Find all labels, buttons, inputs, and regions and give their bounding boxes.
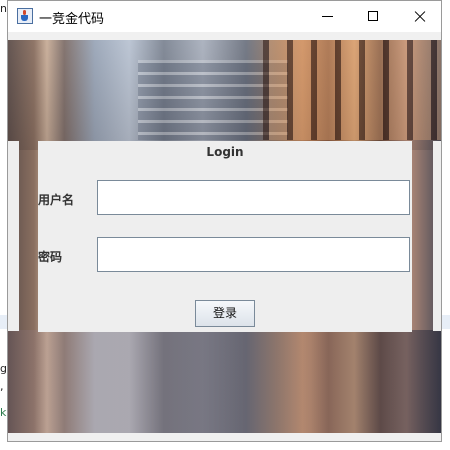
login-window: 一竞金代码 Login 用户名 密码 登录 bbox=[7, 0, 442, 442]
background-text-fragment: , bbox=[0, 380, 4, 393]
login-title: Login bbox=[206, 145, 244, 159]
close-button[interactable] bbox=[396, 1, 441, 32]
maximize-icon bbox=[368, 11, 378, 21]
minimize-icon bbox=[322, 16, 333, 17]
background-strip bbox=[442, 315, 450, 329]
title-bar[interactable]: 一竞金代码 bbox=[8, 1, 441, 32]
background-image: Login 用户名 密码 登录 bbox=[8, 40, 441, 433]
username-input[interactable] bbox=[97, 180, 410, 215]
java-cup-icon bbox=[17, 8, 33, 24]
password-label: 密码 bbox=[38, 250, 63, 264]
left-panel bbox=[8, 141, 19, 331]
right-panel bbox=[433, 141, 441, 331]
window-bottom-border bbox=[8, 433, 441, 441]
background-text-fragment: g bbox=[0, 362, 7, 375]
background-text-fragment: n bbox=[0, 2, 7, 15]
login-panel: Login 用户名 密码 登录 bbox=[38, 141, 412, 332]
window-title: 一竞金代码 bbox=[39, 12, 105, 27]
password-input[interactable] bbox=[97, 237, 410, 272]
maximize-button[interactable] bbox=[350, 1, 396, 32]
minimize-button[interactable] bbox=[304, 1, 350, 32]
username-label: 用户名 bbox=[38, 193, 75, 207]
background-text-fragment: k bbox=[0, 406, 7, 419]
login-button[interactable]: 登录 bbox=[195, 300, 255, 327]
